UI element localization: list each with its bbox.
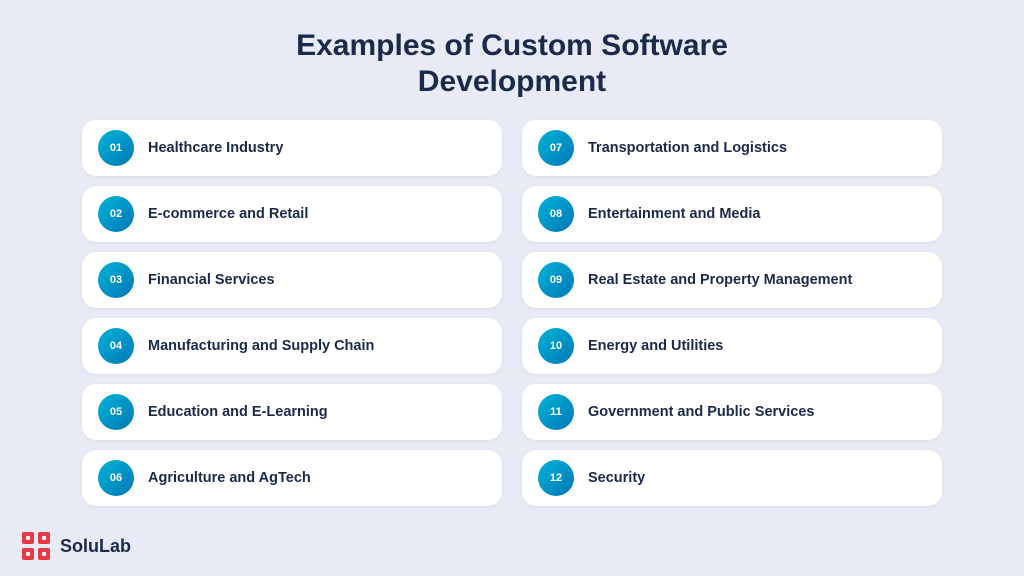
list-item: 03 Financial Services: [82, 252, 502, 308]
item-label: Transportation and Logistics: [588, 139, 787, 158]
list-item: 01 Healthcare Industry: [82, 120, 502, 176]
page-title: Examples of Custom Software Development: [296, 28, 728, 100]
list-item: 11 Government and Public Services: [522, 384, 942, 440]
item-badge: 04: [98, 328, 134, 364]
list-item: 10 Energy and Utilities: [522, 318, 942, 374]
item-label: Financial Services: [148, 271, 275, 290]
footer: SoluLab: [20, 530, 131, 562]
list-item: 09 Real Estate and Property Management: [522, 252, 942, 308]
list-item: 08 Entertainment and Media: [522, 186, 942, 242]
item-badge: 06: [98, 460, 134, 496]
item-badge: 07: [538, 130, 574, 166]
list-item: 04 Manufacturing and Supply Chain: [82, 318, 502, 374]
item-label: E-commerce and Retail: [148, 205, 308, 224]
item-badge: 09: [538, 262, 574, 298]
item-label: Government and Public Services: [588, 403, 814, 422]
item-label: Security: [588, 469, 645, 488]
list-item: 12 Security: [522, 450, 942, 506]
item-badge: 08: [538, 196, 574, 232]
item-label: Real Estate and Property Management: [588, 271, 852, 290]
item-label: Entertainment and Media: [588, 205, 760, 224]
items-grid: 01 Healthcare Industry 07 Transportation an…: [82, 120, 942, 506]
item-label: Agriculture and AgTech: [148, 469, 311, 488]
item-badge: 05: [98, 394, 134, 430]
item-badge: 11: [538, 394, 574, 430]
item-badge: 10: [538, 328, 574, 364]
list-item: 02 E-commerce and Retail: [82, 186, 502, 242]
solulab-logo-icon: [20, 530, 52, 562]
item-label: Healthcare Industry: [148, 139, 283, 158]
list-item: 07 Transportation and Logistics: [522, 120, 942, 176]
item-badge: 01: [98, 130, 134, 166]
item-label: Education and E-Learning: [148, 403, 328, 422]
logo-text: SoluLab: [60, 536, 131, 557]
item-label: Manufacturing and Supply Chain: [148, 337, 374, 356]
list-item: 05 Education and E-Learning: [82, 384, 502, 440]
item-badge: 02: [98, 196, 134, 232]
item-badge: 12: [538, 460, 574, 496]
item-badge: 03: [98, 262, 134, 298]
list-item: 06 Agriculture and AgTech: [82, 450, 502, 506]
item-label: Energy and Utilities: [588, 337, 723, 356]
